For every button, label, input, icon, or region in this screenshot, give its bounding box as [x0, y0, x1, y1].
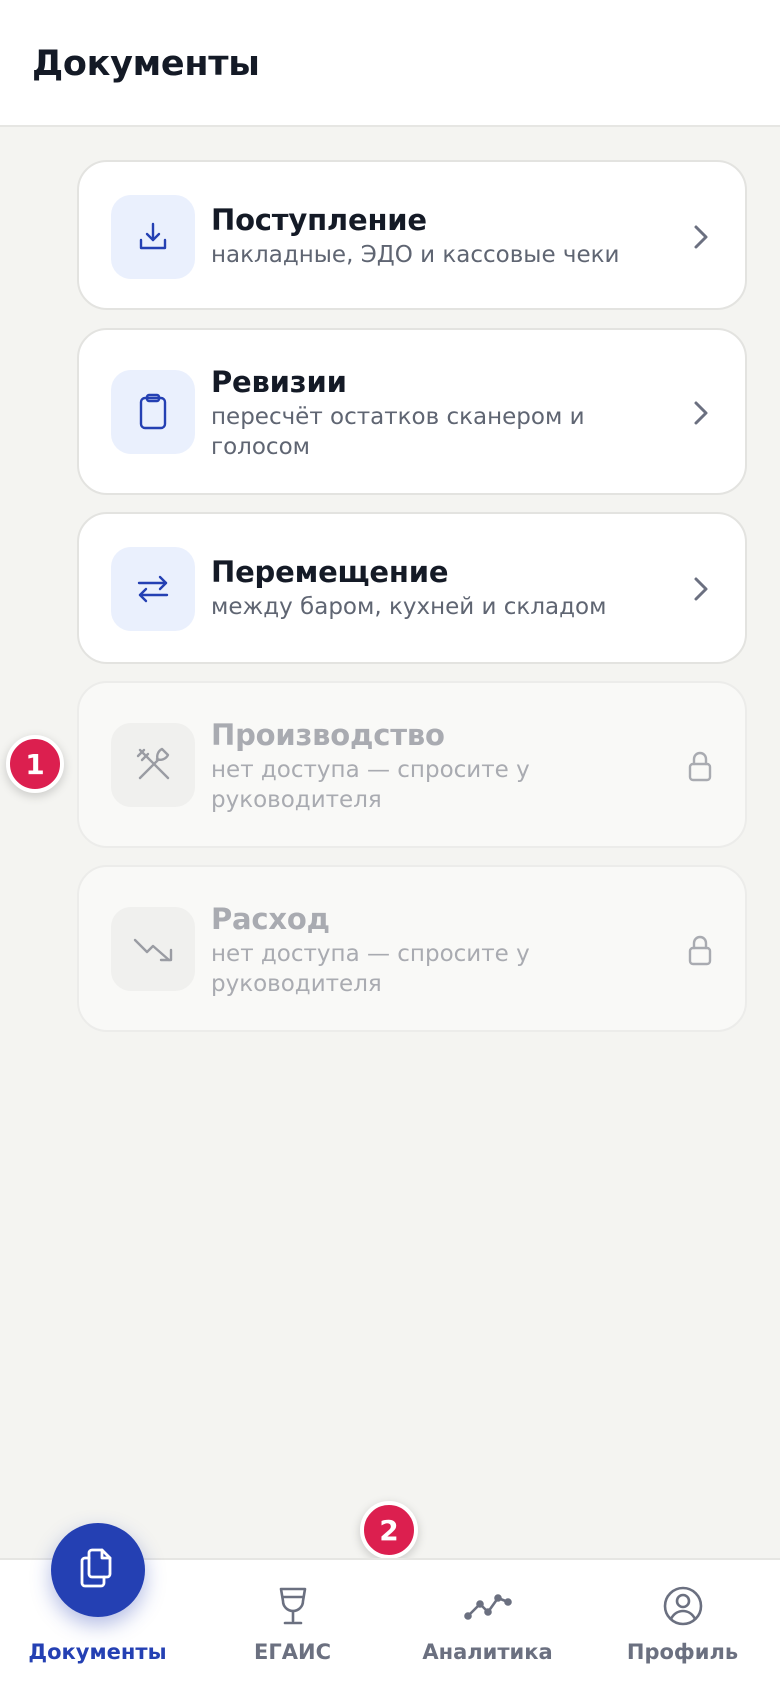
tab-analytics[interactable]: Аналитика [390, 1560, 585, 1688]
card-subtitle: нет доступа — спросите у руководителя [211, 757, 530, 813]
wine-glass-icon [269, 1582, 317, 1630]
chevron-right-icon [685, 222, 715, 252]
card-incoming[interactable]: Поступление накладные, ЭДО и кассовые че… [77, 160, 747, 310]
step-badge-2: 2 [360, 1501, 418, 1559]
profile-icon [659, 1582, 707, 1630]
app-header: Документы [0, 0, 780, 127]
documents-icon [76, 1544, 120, 1596]
documents-screen: Документы Поступление накладные, ЭДО и к… [0, 0, 780, 1688]
tab-label: Профиль [626, 1640, 739, 1664]
tab-label: Аналитика [422, 1640, 553, 1664]
card-title: Ревизии [211, 365, 347, 399]
documents-fab-button[interactable] [51, 1523, 145, 1617]
card-title: Перемещение [211, 555, 449, 589]
tab-label: Документы [28, 1640, 167, 1664]
clipboard-icon [111, 370, 195, 454]
page-title: Документы [32, 44, 260, 84]
tab-label: ЕГАИС [254, 1640, 331, 1664]
tab-profile[interactable]: Профиль [585, 1560, 780, 1688]
lock-icon [685, 751, 715, 782]
utensils-icon [111, 723, 195, 807]
transfer-arrows-icon [111, 547, 195, 631]
trending-down-icon [111, 907, 195, 991]
card-subtitle: пересчёт остатков сканером и голосом [211, 404, 585, 460]
lock-icon [685, 935, 715, 966]
card-title: Производство [211, 718, 445, 752]
card-subtitle: накладные, ЭДО и кассовые чеки [211, 242, 620, 268]
chevron-right-icon [685, 574, 715, 604]
card-revisions[interactable]: Ревизии пересчёт остатков сканером и гол… [77, 328, 747, 495]
card-title: Поступление [211, 203, 427, 237]
analytics-line-icon [463, 1582, 512, 1630]
tab-egais[interactable]: ЕГАИС [195, 1560, 390, 1688]
download-icon [111, 195, 195, 279]
card-subtitle: между баром, кухней и складом [211, 594, 607, 620]
card-subtitle: нет доступа — спросите у руководителя [211, 941, 530, 997]
card-transfer[interactable]: Перемещение между баром, кухней и складо… [77, 512, 747, 664]
card-title: Расход [211, 902, 330, 936]
card-production[interactable]: Производство нет доступа — спросите у ру… [77, 681, 747, 848]
chevron-right-icon [685, 398, 715, 428]
card-expense[interactable]: Расход нет доступа — спросите у руководи… [77, 865, 747, 1032]
step-badge-1: 1 [6, 735, 64, 793]
